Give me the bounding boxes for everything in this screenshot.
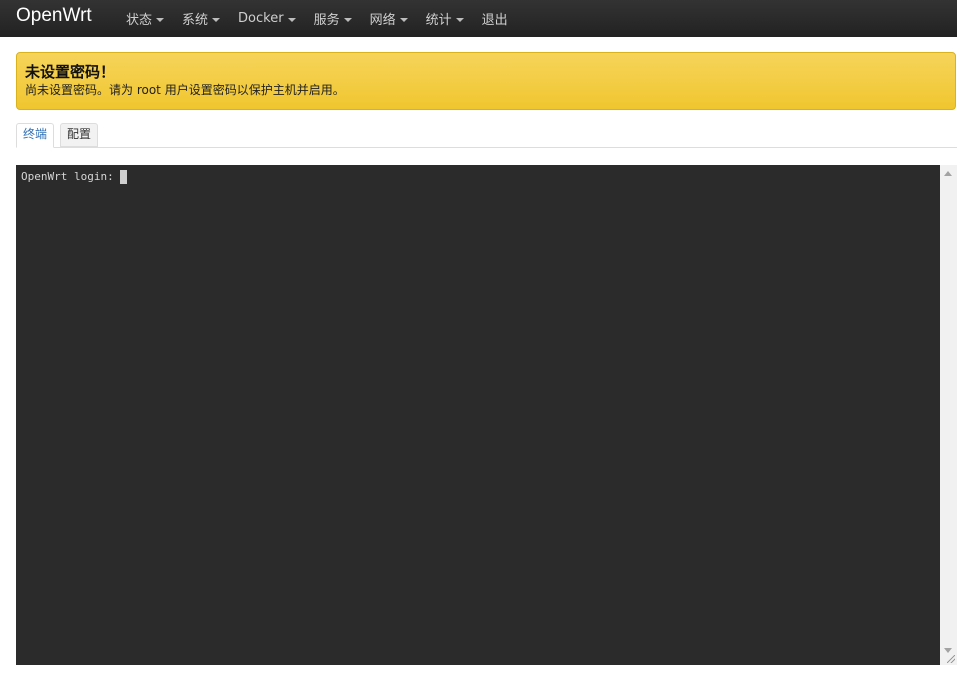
tab-terminal[interactable]: 终端	[16, 123, 55, 148]
tab-bar: 终端 配置	[16, 123, 957, 148]
menu-status-label: 状态	[126, 13, 153, 28]
caret-down-icon	[156, 17, 165, 22]
scroll-up-arrow-icon[interactable]	[944, 171, 952, 176]
menu-docker[interactable]: Docker	[238, 11, 296, 26]
scroll-down-arrow-icon[interactable]	[944, 648, 952, 653]
no-password-alert: 未设置密码！ 尚未设置密码。请为 root 用户设置密码以保护主机并启用。	[16, 52, 956, 110]
terminal-scrollbar[interactable]	[940, 165, 957, 665]
terminal-prompt: OpenWrt login:	[21, 170, 114, 183]
main-menu: 状态 系统 Docker 服务 网络 统计 退出	[126, 0, 526, 37]
menu-network[interactable]: 网络	[370, 9, 408, 28]
menu-docker-label: Docker	[238, 11, 284, 26]
menu-logout[interactable]: 退出	[482, 9, 508, 28]
terminal-window[interactable]: OpenWrt login:	[16, 165, 957, 665]
menu-status[interactable]: 状态	[126, 9, 165, 28]
terminal-cursor	[119, 170, 127, 184]
caret-down-icon	[455, 17, 464, 22]
caret-down-icon	[399, 17, 408, 22]
brand-logo[interactable]: OpenWrt	[16, 4, 92, 28]
top-navbar: OpenWrt 状态 系统 Docker 服务 网络 统计 退出	[0, 0, 957, 37]
caret-down-icon	[287, 17, 296, 22]
menu-logout-label: 退出	[481, 13, 508, 28]
alert-title: 未设置密码！	[25, 63, 116, 81]
alert-message: 尚未设置密码。请为 root 用户设置密码以保护主机并启用。	[25, 83, 345, 97]
menu-services-label: 服务	[313, 13, 340, 28]
menu-system-label: 系统	[182, 13, 209, 28]
caret-down-icon	[343, 17, 352, 22]
menu-services[interactable]: 服务	[314, 9, 352, 28]
menu-statistics-label: 统计	[425, 13, 452, 28]
terminal-prompt-line: OpenWrt login:	[21, 170, 127, 184]
menu-system[interactable]: 系统	[182, 9, 221, 28]
resize-grip-icon[interactable]	[947, 655, 955, 663]
tab-config[interactable]: 配置	[60, 123, 99, 147]
menu-network-label: 网络	[369, 13, 396, 28]
caret-down-icon	[212, 17, 221, 22]
menu-statistics[interactable]: 统计	[426, 9, 464, 28]
